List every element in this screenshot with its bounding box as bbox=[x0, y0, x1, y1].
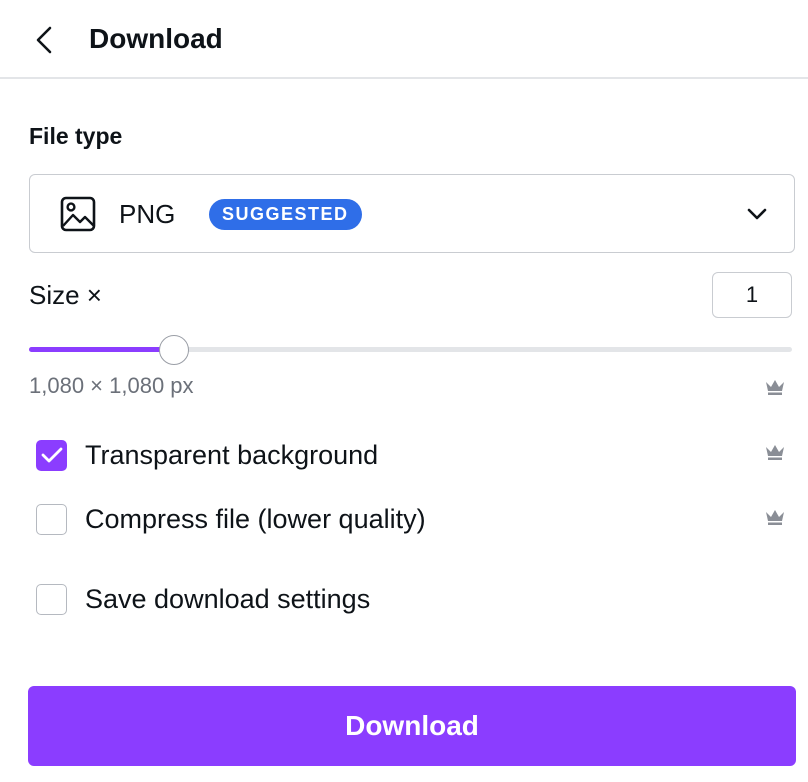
crown-icon bbox=[766, 510, 784, 525]
image-icon bbox=[60, 196, 96, 232]
transparent-background-option[interactable]: Transparent background bbox=[36, 437, 378, 473]
save-settings-checkbox[interactable] bbox=[36, 583, 67, 615]
back-button[interactable] bbox=[22, 18, 66, 62]
compress-file-checkbox[interactable] bbox=[36, 503, 67, 535]
download-button[interactable]: Download bbox=[28, 686, 796, 766]
option-label: Save download settings bbox=[85, 583, 371, 614]
file-type-value: PNG bbox=[119, 199, 176, 229]
file-type-label: File type bbox=[29, 123, 123, 149]
compress-file-option[interactable]: Compress file (lower quality) bbox=[36, 501, 426, 537]
slider-thumb[interactable] bbox=[158, 335, 189, 365]
size-multiplier-input[interactable]: 1 bbox=[712, 272, 792, 318]
crown-icon bbox=[766, 445, 784, 460]
page-title: Download bbox=[89, 23, 223, 54]
size-label: Size × bbox=[29, 280, 102, 310]
transparent-background-checkbox[interactable] bbox=[36, 439, 67, 471]
save-settings-option[interactable]: Save download settings bbox=[36, 581, 370, 617]
output-dimensions: 1,080 × 1,080 px bbox=[29, 373, 194, 398]
suggested-badge: SUGGESTED bbox=[209, 199, 362, 230]
chevron-left-icon bbox=[36, 26, 52, 54]
crown-icon bbox=[766, 380, 784, 395]
chevron-down-icon bbox=[747, 208, 767, 220]
file-type-select[interactable]: PNG SUGGESTED bbox=[29, 174, 795, 253]
checkmark-icon bbox=[41, 447, 62, 463]
panel-header: Download bbox=[0, 0, 808, 79]
option-label: Compress file (lower quality) bbox=[85, 503, 426, 534]
option-label: Transparent background bbox=[85, 439, 379, 470]
slider-fill bbox=[29, 347, 174, 352]
size-slider[interactable] bbox=[29, 334, 792, 366]
